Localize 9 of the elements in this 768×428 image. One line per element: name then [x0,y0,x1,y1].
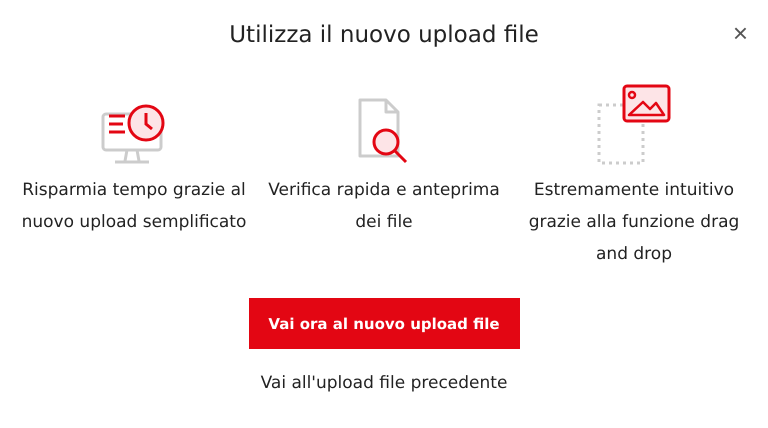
new-upload-button[interactable]: Vai ora al nuovo upload file [248,298,520,349]
close-button[interactable]: × [732,18,748,48]
dialog-title: Utilizza il nuovo upload file [229,22,539,48]
feature-text: Estremamente intuitivo grazie alla funzione drag and drop [528,179,740,266]
image-drag-icon [596,84,672,166]
previous-upload-link[interactable]: Vai all'upload file precedente [260,373,508,393]
monitor-clock-icon [101,104,167,166]
feature-text: Risparmia tempo grazie al nuovo upload semplificato [20,179,248,234]
feature-text: Verifica rapida e anteprima dei file [267,179,501,234]
